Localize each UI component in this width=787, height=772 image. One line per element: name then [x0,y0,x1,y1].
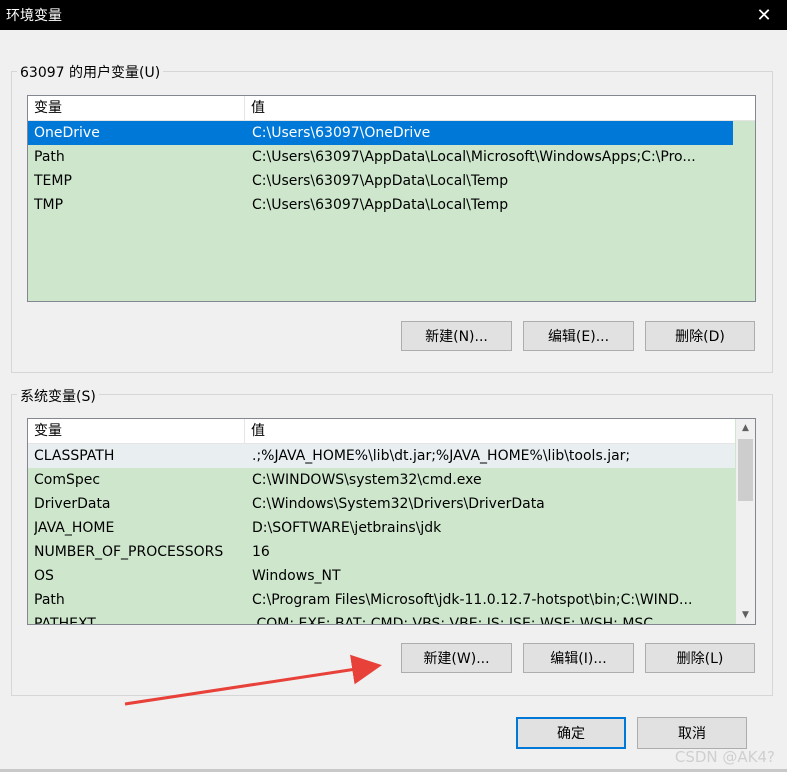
list-header: 变量 值 [28,419,735,444]
variable-name: Path [34,592,65,608]
variable-value: .COM;.EXE;.BAT;.CMD;.VBS;.VBE;.JS;.JSE;.… [252,616,654,625]
variable-value: C:\Users\63097\AppData\Local\Temp [252,173,509,189]
column-header-variable[interactable]: 变量 [28,419,245,443]
variable-value: C:\WINDOWS\system32\cmd.exe [252,472,482,488]
window-title: 环境变量 [6,8,62,24]
scroll-down-icon[interactable]: ▼ [736,606,755,624]
variable-value: 16 [252,544,270,560]
user-edit-button[interactable]: 编辑(E)... [523,321,634,351]
user-variables-label: 63097 的用户变量(U) [17,62,164,82]
variable-name: PATHEXT [34,616,96,625]
list-item[interactable]: OS Windows_NT [28,564,735,588]
watermark-text: CSDN @AK4? [674,748,775,766]
system-variables-label: 系统变量(S) [17,386,99,406]
list-item[interactable]: JAVA_HOME D:\SOFTWARE\jetbrains\jdk [28,516,735,540]
system-variables-rows: CLASSPATH .;%JAVA_HOME%\lib\dt.jar;%JAVA_… [28,444,735,625]
variable-value: C:\Program Files\Microsoft\jdk-11.0.12.7… [252,592,693,608]
list-item[interactable]: Path C:\Users\63097\AppData\Local\Microso… [28,145,733,169]
scroll-up-icon[interactable]: ▲ [736,419,755,437]
list-item[interactable]: TMP C:\Users\63097\AppData\Local\Temp [28,193,733,217]
variable-name: NUMBER_OF_PROCESSORS [34,544,224,560]
variable-value: D:\SOFTWARE\jetbrains\jdk [252,520,442,536]
system-variables-list[interactable]: 变量 值 CLASSPATH .;%JAVA_HOME%\lib\dt.jar;%… [27,418,756,625]
variable-name: TMP [34,197,64,213]
user-delete-button[interactable]: 删除(D) [645,321,755,351]
variable-name: DriverData [34,496,111,512]
variable-value: C:\Users\63097\AppData\Local\Microsoft\W… [252,149,696,165]
variable-value: C:\Users\63097\AppData\Local\Temp [252,197,509,213]
system-list-scrollbar[interactable]: ▲ ▼ [736,419,755,624]
column-header-value[interactable]: 值 [245,419,735,443]
user-variables-list[interactable]: 变量 值 OneDrive C:\Users\63097\OneDrive Path… [27,95,756,302]
variable-name: ComSpec [34,472,101,488]
ok-button[interactable]: 确定 [516,717,626,749]
list-item[interactable]: CLASSPATH .;%JAVA_HOME%\lib\dt.jar;%JAVA_… [28,444,735,468]
system-edit-button[interactable]: 编辑(I)... [523,643,634,673]
variable-value: C:\Windows\System32\Drivers\DriverData [252,496,545,512]
scrollbar-thumb[interactable] [738,439,753,501]
close-icon[interactable]: ✕ [741,0,787,30]
list-item[interactable]: PATHEXT .COM;.EXE;.BAT;.CMD;.VBS;.VBE;.JS… [28,612,735,625]
cancel-button[interactable]: 取消 [637,717,747,749]
variable-value: C:\Users\63097\OneDrive [252,125,431,141]
variable-name: Path [34,149,65,165]
variable-name: OS [34,568,54,584]
variable-name: JAVA_HOME [34,520,115,536]
list-item[interactable]: ComSpec C:\WINDOWS\system32\cmd.exe [28,468,735,492]
user-new-button[interactable]: 新建(N)... [401,321,512,351]
column-header-variable[interactable]: 变量 [28,96,245,120]
column-header-value[interactable]: 值 [245,96,755,120]
variable-value: .;%JAVA_HOME%\lib\dt.jar;%JAVA_HOME%\lib… [252,448,631,464]
list-item[interactable]: OneDrive C:\Users\63097\OneDrive [28,121,733,145]
system-delete-button[interactable]: 删除(L) [645,643,755,673]
user-variables-rows: OneDrive C:\Users\63097\OneDrive Path C:\Us… [28,121,733,217]
list-item[interactable]: Path C:\Program Files\Microsoft\jdk-11.0.… [28,588,735,612]
variable-value: Windows_NT [252,568,341,584]
list-item[interactable]: DriverData C:\Windows\System32\Drivers\Dr… [28,492,735,516]
variable-name: OneDrive [34,125,100,141]
list-item[interactable]: TEMP C:\Users\63097\AppData\Local\Temp [28,169,733,193]
list-header: 变量 值 [28,96,755,121]
title-bar: 环境变量 ✕ [0,0,787,30]
variable-name: TEMP [34,173,72,189]
system-new-button[interactable]: 新建(W)... [401,643,512,673]
variable-name: CLASSPATH [34,448,115,464]
list-item[interactable]: NUMBER_OF_PROCESSORS 16 [28,540,735,564]
